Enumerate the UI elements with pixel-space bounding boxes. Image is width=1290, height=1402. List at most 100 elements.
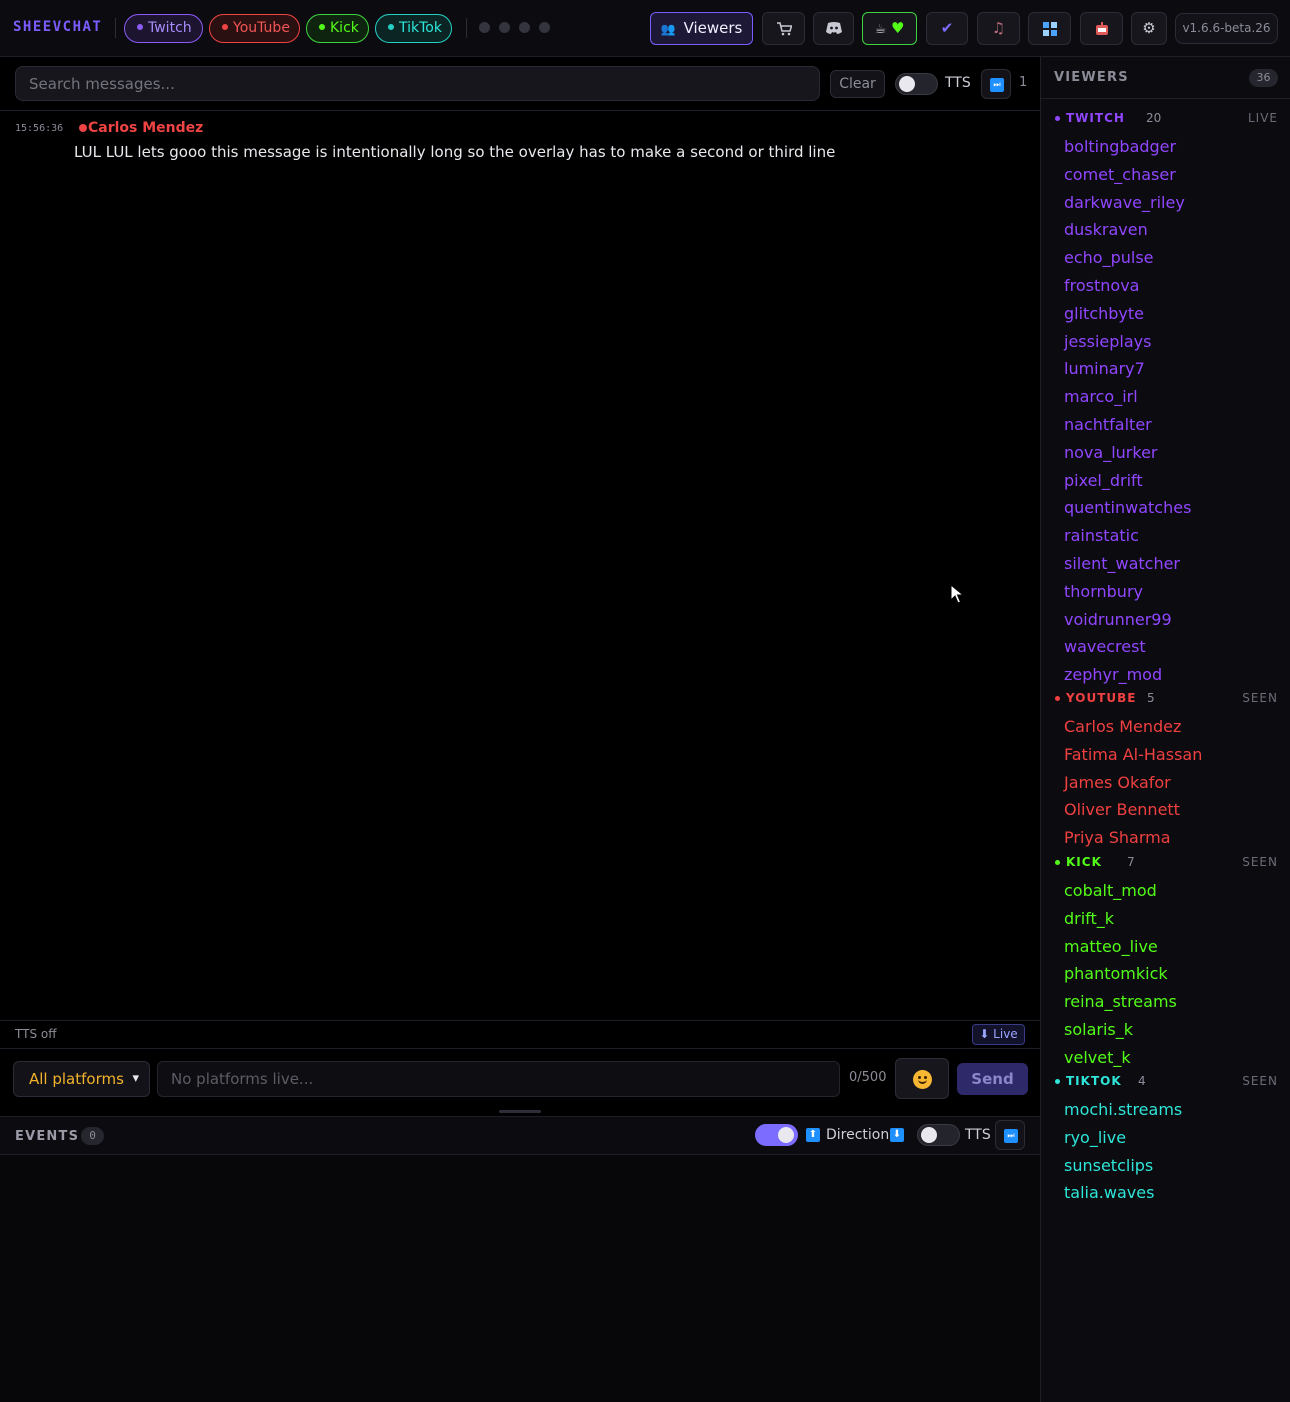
viewers-section-header[interactable]: TIKTOK 4 SEEN: [1041, 1070, 1290, 1096]
viewer-name[interactable]: voidrunner99: [1041, 606, 1290, 634]
verify-button[interactable]: ✔: [926, 12, 968, 45]
viewer-name[interactable]: Carlos Mendez: [1041, 713, 1290, 741]
tiktok-status-dot: [388, 24, 394, 30]
platform-select[interactable]: All platforms ▾: [13, 1061, 150, 1097]
send-button[interactable]: Send: [957, 1063, 1028, 1095]
viewer-name[interactable]: talia.waves: [1041, 1179, 1290, 1207]
platform-filter-youtube[interactable]: YouTube: [209, 14, 300, 43]
viewer-name[interactable]: comet_chaser: [1041, 161, 1290, 189]
viewer-name[interactable]: silent_watcher: [1041, 550, 1290, 578]
cart-icon: [776, 22, 793, 36]
discord-button[interactable]: [813, 12, 854, 45]
bot-button[interactable]: [1080, 12, 1123, 45]
music-button[interactable]: ♫: [977, 12, 1020, 45]
platform-filter-twitch[interactable]: Twitch: [124, 14, 203, 43]
events-tts-toggle[interactable]: [917, 1124, 960, 1146]
tts-skip-button[interactable]: ⏭: [981, 69, 1011, 99]
viewer-list: Carlos Mendez Fatima Al-Hassan James Okafo…: [1041, 713, 1290, 852]
viewer-name[interactable]: sunsetclips: [1041, 1152, 1290, 1180]
viewers-icon: 👥: [660, 22, 676, 36]
platform-label: YouTube: [233, 20, 290, 36]
viewer-name[interactable]: pixel_drift: [1041, 467, 1290, 495]
viewer-name[interactable]: glitchbyte: [1041, 300, 1290, 328]
viewer-name[interactable]: quentinwatches: [1041, 494, 1290, 522]
tts-queue-count: 1: [1019, 75, 1028, 90]
platform-filter-kick[interactable]: Kick: [306, 14, 369, 43]
resize-handle[interactable]: [499, 1110, 541, 1113]
cart-button[interactable]: [762, 12, 805, 45]
settings-button[interactable]: ⚙: [1131, 12, 1167, 45]
viewer-name[interactable]: thornbury: [1041, 578, 1290, 606]
section-name: TWITCH: [1066, 111, 1125, 125]
events-header: EVENTS 0 ⬆ Direction ⬇ TTS ⏭: [0, 1116, 1040, 1155]
viewers-section-header[interactable]: TWITCH 20 LIVE: [1041, 107, 1290, 133]
platform-label: Twitch: [148, 20, 192, 36]
message-timestamp: 15:56:36: [15, 123, 64, 134]
viewers-title: VIEWERS: [1054, 70, 1129, 85]
viewer-name[interactable]: phantomkick: [1041, 960, 1290, 988]
viewer-name[interactable]: luminary7: [1041, 355, 1290, 383]
message-author[interactable]: Carlos Mendez: [88, 120, 203, 136]
platform-dot: [79, 124, 87, 132]
skip-forward-icon: ⏭: [1004, 1129, 1018, 1143]
youtube-status-dot: [222, 24, 228, 30]
viewer-name[interactable]: zephyr_mod: [1041, 661, 1290, 689]
viewer-name[interactable]: mochi.streams: [1041, 1096, 1290, 1124]
viewer-name[interactable]: boltingbadger: [1041, 133, 1290, 161]
skip-forward-icon: ⏭: [990, 78, 1004, 92]
viewer-list: boltingbadger comet_chaser darkwave_riley d…: [1041, 133, 1290, 689]
clear-button[interactable]: Clear: [830, 70, 885, 98]
search-input[interactable]: [15, 66, 820, 101]
viewer-name[interactable]: drift_k: [1041, 905, 1290, 933]
music-icon: ♫: [991, 19, 1006, 37]
platform-filter-tiktok[interactable]: TikTok: [375, 14, 452, 43]
section-status: SEEN: [1242, 691, 1278, 705]
connection-dot: [519, 22, 530, 33]
viewer-name[interactable]: nova_lurker: [1041, 439, 1290, 467]
toggle-knob: [778, 1127, 794, 1143]
twitch-status-dot: [137, 24, 143, 30]
platform-dot: [1055, 1079, 1060, 1084]
viewer-name[interactable]: rainstatic: [1041, 522, 1290, 550]
emoji-button[interactable]: [895, 1058, 949, 1099]
viewer-name[interactable]: nachtfalter: [1041, 411, 1290, 439]
viewer-name[interactable]: marco_irl: [1041, 383, 1290, 411]
message-text: LUL LUL lets gooo this message is intent…: [74, 143, 836, 161]
viewer-name[interactable]: jessieplays: [1041, 328, 1290, 356]
viewers-section-twitch: TWITCH 20 LIVE boltingbadger comet_chaser dar…: [1041, 107, 1290, 689]
viewer-name[interactable]: cobalt_mod: [1041, 877, 1290, 905]
viewer-name[interactable]: solaris_k: [1041, 1016, 1290, 1044]
message-input[interactable]: No platforms live...: [157, 1061, 840, 1097]
jump-to-live-button[interactable]: ⬇ Live: [972, 1024, 1025, 1045]
viewer-name[interactable]: darkwave_riley: [1041, 189, 1290, 217]
viewers-section-header[interactable]: KICK 7 SEEN: [1041, 851, 1290, 877]
viewer-name[interactable]: Fatima Al-Hassan: [1041, 741, 1290, 769]
viewer-name[interactable]: wavecrest: [1041, 633, 1290, 661]
bot-icon: [1095, 22, 1108, 35]
viewer-name[interactable]: James Okafor: [1041, 769, 1290, 797]
section-count: 20: [1146, 111, 1162, 125]
events-toggle[interactable]: [755, 1124, 798, 1146]
overlay-button[interactable]: [1028, 12, 1071, 45]
events-skip-button[interactable]: ⏭: [995, 1120, 1025, 1150]
chat-tts-toggle[interactable]: [895, 73, 938, 95]
emoji-icon: [913, 1070, 932, 1089]
viewer-name[interactable]: ryo_live: [1041, 1124, 1290, 1152]
viewers-section-header[interactable]: YOUTUBE 5 SEEN: [1041, 687, 1290, 713]
viewer-name[interactable]: Priya Sharma: [1041, 824, 1290, 852]
viewer-name[interactable]: velvet_k: [1041, 1044, 1290, 1072]
viewer-name[interactable]: reina_streams: [1041, 988, 1290, 1016]
arrow-down-icon[interactable]: ⬇: [890, 1128, 904, 1142]
support-button[interactable]: ☕ ♥: [862, 12, 917, 45]
arrow-up-icon[interactable]: ⬆: [806, 1128, 820, 1142]
coffee-icon: ☕: [874, 22, 887, 37]
viewer-name[interactable]: matteo_live: [1041, 933, 1290, 961]
viewer-name[interactable]: frostnova: [1041, 272, 1290, 300]
viewers-button[interactable]: 👥 Viewers: [650, 12, 753, 45]
viewer-name[interactable]: duskraven: [1041, 216, 1290, 244]
version-badge: v1.6.6-beta.26: [1175, 13, 1278, 44]
viewer-name[interactable]: echo_pulse: [1041, 244, 1290, 272]
viewer-name[interactable]: Oliver Bennett: [1041, 796, 1290, 824]
platform-dot: [1055, 116, 1060, 121]
section-count: 7: [1127, 855, 1135, 869]
